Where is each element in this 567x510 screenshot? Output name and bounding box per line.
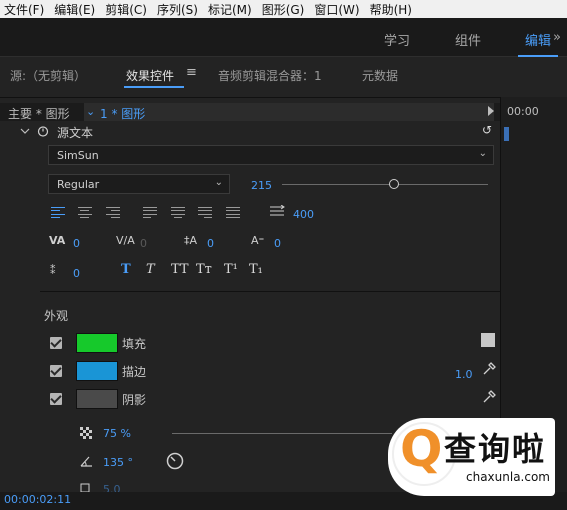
workspace-editing[interactable]: 编辑: [525, 30, 551, 49]
eyedropper-icon[interactable]: [482, 390, 496, 404]
stroke-color-swatch[interactable]: [76, 361, 118, 381]
angle-icon: [80, 456, 92, 467]
menu-graphics[interactable]: 图形(G): [258, 1, 311, 18]
fill-checkbox[interactable]: [50, 337, 62, 349]
angle-dial-icon[interactable]: [166, 452, 184, 470]
superscript-icon[interactable]: T¹: [224, 262, 238, 277]
workspace-learn[interactable]: 学习: [384, 30, 410, 49]
leading-value[interactable]: 0: [207, 237, 214, 250]
stroke-width-value[interactable]: 1.0: [455, 368, 473, 381]
baseline-shift-icon: A⁼: [251, 234, 265, 247]
source-text-label: 源文本: [57, 126, 94, 140]
shadow-checkbox[interactable]: [50, 393, 62, 405]
sequence-clip-label: 1 * 图形: [100, 107, 146, 121]
shadow-color-swatch[interactable]: [76, 389, 118, 409]
fill-color-swatch[interactable]: [76, 333, 118, 353]
tsume-value[interactable]: 0: [73, 267, 80, 280]
master-clip-label[interactable]: 主要 * 图形: [8, 105, 70, 122]
tracking-width-value[interactable]: 400: [293, 208, 314, 221]
fill-eyedropper-swatch[interactable]: [481, 333, 495, 347]
chevron-down-icon: ⌄: [214, 177, 223, 188]
sequence-clip-selector[interactable]: ⌄ 1 * 图形: [84, 103, 494, 121]
font-family-select[interactable]: SimSun ⌄: [48, 145, 494, 165]
shadow-angle-value[interactable]: 135 °: [103, 456, 133, 469]
clip-bar[interactable]: [504, 127, 509, 141]
menu-clip[interactable]: 剪辑(C): [101, 1, 153, 18]
tab-active-indicator: [124, 86, 184, 88]
menu-edit[interactable]: 编辑(E): [50, 1, 101, 18]
menu-file[interactable]: 文件(F): [0, 1, 50, 18]
justify-last-center-icon[interactable]: [171, 207, 185, 218]
faux-bold-icon[interactable]: T: [121, 262, 131, 277]
panel-tabs: 源:（无剪辑） 效果控件 ≡ 音频剪辑混合器：1 元数据: [0, 57, 567, 98]
timeline-timecode: 00:00: [507, 105, 539, 118]
tsume-icon: ⁑: [50, 264, 56, 277]
font-style-value: Regular: [57, 178, 100, 191]
align-left-icon[interactable]: [51, 207, 65, 218]
menu-help[interactable]: 帮助(H): [366, 1, 418, 18]
watermark-q-icon: Q: [400, 420, 443, 478]
font-style-select[interactable]: Regular ⌄: [48, 174, 230, 194]
opacity-checker-icon: [80, 427, 92, 439]
subscript-icon[interactable]: T₁: [249, 262, 263, 277]
small-caps-icon[interactable]: Tт: [196, 262, 212, 277]
watermark-title: 查询啦: [444, 430, 547, 468]
font-family-value: SimSun: [57, 149, 99, 162]
shadow-opacity-value[interactable]: 75 %: [103, 427, 131, 440]
justify-all-icon[interactable]: [226, 207, 240, 218]
chevron-down-icon: ⌄: [86, 105, 96, 118]
menu-window[interactable]: 窗口(W): [310, 1, 365, 18]
chevron-down-icon[interactable]: [20, 127, 30, 135]
watermark-site: chaxunla.com: [466, 470, 550, 484]
stroke-label: 描边: [122, 365, 147, 379]
tracking-value[interactable]: 0: [140, 237, 147, 250]
menu-bar: 文件(F) 编辑(E) 剪辑(C) 序列(S) 标记(M) 图形(G) 窗口(W…: [0, 0, 567, 18]
tab-source[interactable]: 源:（无剪辑）: [10, 67, 86, 84]
align-center-icon[interactable]: [78, 207, 92, 218]
leading-icon: ‡A: [184, 234, 198, 247]
shadow-opacity-slider[interactable]: [172, 433, 392, 434]
fill-label: 填充: [122, 337, 147, 351]
font-size-value[interactable]: 215: [251, 179, 272, 192]
play-triangle-icon[interactable]: [488, 106, 494, 116]
tab-audio-clip-mixer[interactable]: 音频剪辑混合器：1: [218, 67, 322, 84]
baseline-shift-value[interactable]: 0: [274, 237, 281, 250]
shadow-label: 阴影: [122, 393, 147, 407]
all-caps-icon[interactable]: TT: [171, 262, 189, 277]
section-divider: [40, 291, 500, 292]
align-right-icon[interactable]: [106, 207, 120, 218]
reset-icon[interactable]: ↺: [482, 123, 492, 137]
workspace-more[interactable]: »: [553, 30, 561, 45]
appearance-label: 外观: [44, 309, 69, 323]
faux-italic-icon[interactable]: T: [146, 262, 155, 277]
playhead-timecode[interactable]: 00:00:02:11: [4, 493, 71, 506]
eyedropper-icon[interactable]: [482, 362, 496, 376]
kerning-icon: VA: [49, 234, 66, 247]
panel-menu-icon[interactable]: ≡: [186, 65, 197, 80]
tab-metadata[interactable]: 元数据: [362, 67, 398, 84]
workspace-bar: 学习 组件 编辑 »: [0, 18, 567, 57]
kerning-value[interactable]: 0: [73, 237, 80, 250]
justify-last-right-icon[interactable]: [198, 207, 212, 218]
chevron-down-icon: ⌄: [478, 148, 487, 159]
sequence-bar: 主要 * 图形 ⌄ 1 * 图形: [0, 103, 500, 121]
menu-markers[interactable]: 标记(M): [204, 1, 258, 18]
stroke-checkbox[interactable]: [50, 365, 62, 377]
menu-sequence[interactable]: 序列(S): [153, 1, 204, 18]
tracking-width-icon: [270, 205, 285, 216]
justify-last-left-icon[interactable]: [143, 207, 157, 218]
font-size-slider[interactable]: [282, 184, 488, 185]
workspace-assembly[interactable]: 组件: [455, 30, 481, 49]
font-size-slider-thumb[interactable]: [389, 179, 399, 189]
stopwatch-icon[interactable]: [37, 125, 49, 137]
tracking-icon: V/A: [116, 234, 135, 247]
watermark-logo: Q 查询啦 chaxunla.com: [388, 418, 555, 496]
tab-effect-controls[interactable]: 效果控件: [126, 67, 174, 84]
